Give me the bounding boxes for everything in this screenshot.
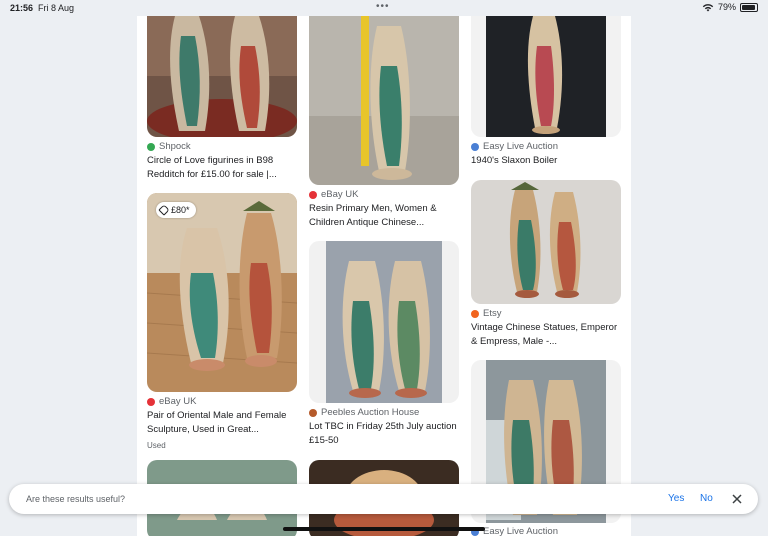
feedback-no-button[interactable]: No — [700, 493, 713, 504]
source-name: eBay UK — [321, 189, 359, 200]
battery-icon — [740, 2, 758, 12]
result-source: Peebles Auction House — [309, 407, 419, 418]
result-condition: Used — [147, 441, 166, 450]
easylive-icon — [471, 142, 479, 151]
result-source: Easy Live Auction — [471, 141, 558, 152]
result-thumbnail[interactable] — [471, 180, 621, 304]
result-thumbnail[interactable] — [309, 16, 459, 185]
source-name: Etsy — [483, 308, 502, 319]
result-title[interactable]: Circle of Love figurines in B98 Redditch… — [147, 154, 297, 182]
result-title[interactable]: Vintage Chinese Statues, Emperor & Empre… — [471, 321, 621, 349]
result-title[interactable]: Lot TBC in Friday 25th July auction £15-… — [309, 420, 459, 448]
result-source: eBay UK — [309, 189, 359, 200]
result-source: eBay UK — [147, 396, 197, 407]
result-title[interactable]: Pair of Oriental Male and Female Sculptu… — [147, 409, 297, 437]
result-title[interactable]: Resin Primary Men, Women & Children Anti… — [309, 202, 459, 230]
result-thumbnail[interactable]: £80* — [147, 193, 297, 392]
battery-percent: 79% — [717, 2, 736, 12]
status-right: 79% — [702, 2, 758, 12]
price-badge: £80* — [156, 202, 196, 218]
price-tag-icon — [158, 204, 170, 216]
status-bar: 21:56 Fri 8 Aug ••• 79% — [0, 0, 768, 16]
result-card[interactable]: Shpock Circle of Love figurines in B98 R… — [147, 16, 297, 186]
source-name: eBay UK — [159, 396, 197, 407]
result-card[interactable]: £80* eBay UK Pair of Oriental Male and F… — [147, 193, 297, 473]
peebles-icon — [309, 408, 317, 417]
result-card[interactable]: Peebles Auction House Lot TBC in Friday … — [309, 241, 459, 451]
result-source: Shpock — [147, 141, 191, 152]
home-indicator[interactable] — [283, 527, 485, 531]
feedback-question: Are these results useful? — [26, 494, 126, 504]
image-results-grid: Shpock Circle of Love figurines in B98 R… — [137, 16, 631, 536]
wifi-icon — [702, 3, 714, 11]
ebay-icon — [309, 190, 317, 199]
feedback-yes-button[interactable]: Yes — [668, 493, 684, 504]
source-name: Easy Live Auction — [483, 141, 558, 152]
feedback-bar: Are these results useful? Yes No — [9, 484, 758, 514]
result-thumbnail[interactable] — [471, 16, 621, 137]
ebay-icon — [147, 397, 155, 406]
result-source: Etsy — [471, 308, 501, 319]
result-card[interactable]: eBay UK Resin Primary Men, Women & Child… — [309, 16, 459, 231]
price-label: £80* — [171, 205, 190, 215]
multitasking-dots[interactable]: ••• — [376, 1, 390, 12]
source-name: Shpock — [159, 141, 191, 152]
result-thumbnail[interactable] — [309, 241, 459, 403]
etsy-icon — [471, 309, 479, 318]
result-thumbnail[interactable] — [147, 16, 297, 137]
close-icon[interactable] — [730, 492, 744, 506]
status-date: Fri 8 Aug — [38, 3, 75, 13]
result-card[interactable]: Etsy Vintage Chinese Statues, Emperor & … — [471, 180, 621, 360]
source-name: Easy Live Auction — [483, 526, 558, 536]
result-card[interactable]: Easy Live Auction 1940's Slaxon Boiler — [471, 16, 621, 176]
status-time: 21:56 — [10, 3, 34, 13]
source-name: Peebles Auction House — [321, 407, 420, 418]
result-title[interactable]: 1940's Slaxon Boiler — [471, 154, 621, 168]
shpock-icon — [147, 142, 155, 151]
